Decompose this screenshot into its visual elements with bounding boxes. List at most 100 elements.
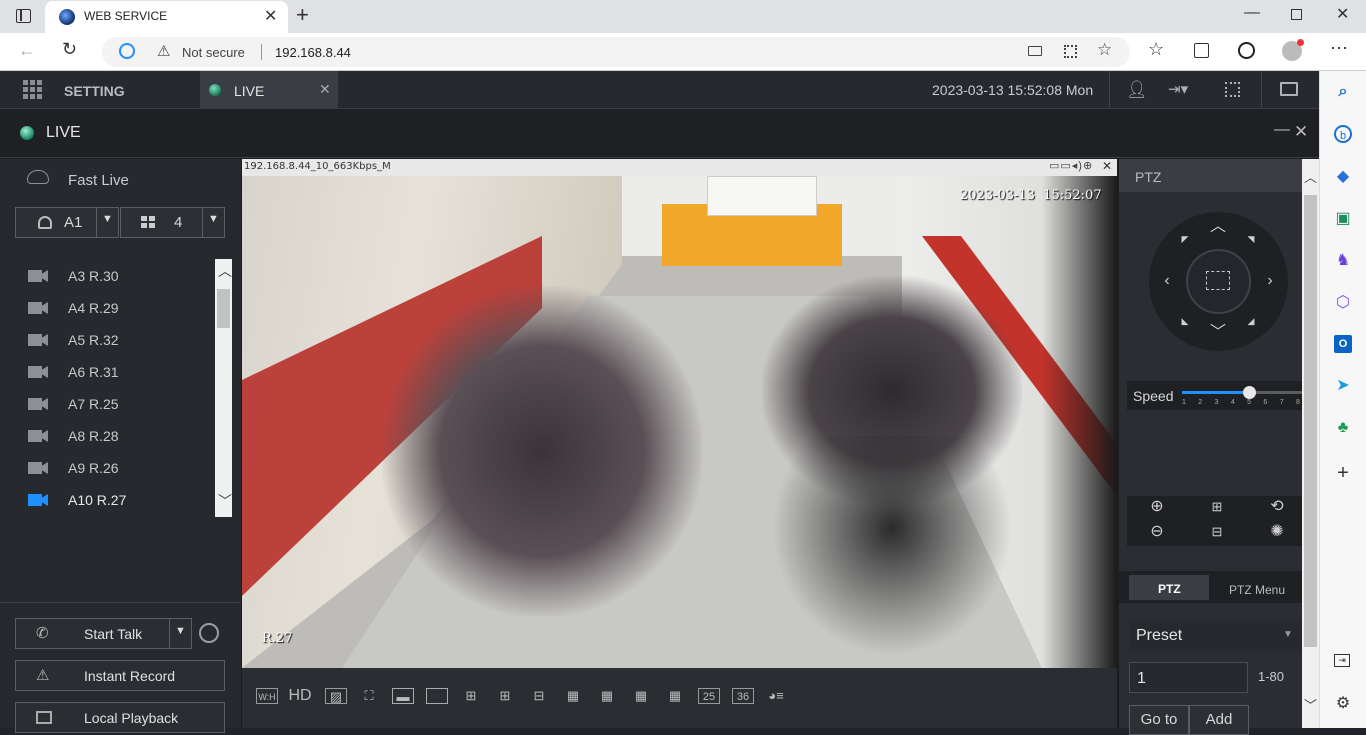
hd-button[interactable]: HD	[288, 688, 312, 704]
tab-ptz[interactable]: PTZ	[1129, 575, 1209, 600]
split-13-icon[interactable]: ▦	[596, 688, 618, 704]
local-playback-button[interactable]: Local Playback	[15, 702, 225, 733]
pan-up-right-icon[interactable]: ◥	[1237, 228, 1265, 250]
camera-list-item[interactable]: A8 R.28	[0, 421, 215, 453]
refresh-icon[interactable]: ↻	[62, 39, 77, 60]
url-text[interactable]: 192.168.8.44	[275, 45, 351, 60]
tab-ptz-menu[interactable]: PTZ Menu	[1229, 583, 1285, 597]
fullscreen-monitor-icon[interactable]	[1280, 82, 1298, 96]
camera-list-item[interactable]: A5 R.32	[0, 325, 215, 357]
browser-tab[interactable]: WEB SERVICE ✕	[45, 1, 288, 33]
instant-record-button[interactable]: ⚠ Instant Record	[15, 660, 225, 691]
split-36-button[interactable]: 36	[732, 688, 754, 704]
scroll-up-icon[interactable]: ︿	[1304, 167, 1317, 186]
camera-list-item[interactable]: A10 R.27	[0, 485, 215, 517]
goto-button[interactable]: Go to	[1129, 705, 1189, 735]
user-icon[interactable]: 👤︎	[1126, 80, 1148, 100]
close-video-icon[interactable]: ✕	[1102, 159, 1112, 173]
back-icon[interactable]: ←	[18, 40, 36, 61]
security-label[interactable]: Not secure	[182, 45, 245, 60]
search-icon[interactable]: ⌕	[1334, 83, 1352, 101]
sidebar-settings-icon[interactable]: ⚙	[1334, 695, 1352, 713]
zoom-in-icon[interactable]: ⊕	[1143, 496, 1171, 518]
tools-icon[interactable]: ▣	[1334, 210, 1352, 228]
ptz-direction-pad[interactable]: ︿ ﹀ ‹ › ◤ ◥ ◣ ◢	[1149, 212, 1288, 351]
pan-up-icon[interactable]: ︿	[1204, 216, 1232, 238]
full-screen-icon[interactable]: ▬	[392, 688, 414, 704]
collections-icon[interactable]	[1194, 43, 1209, 58]
camera-list-item[interactable]: A4 R.29	[0, 293, 215, 325]
games-icon[interactable]: ♞	[1334, 252, 1352, 270]
split-8-icon[interactable]: ⊟	[528, 688, 550, 704]
start-talk-button[interactable]: ✆ Start Talk ▼	[15, 618, 192, 649]
iris-close-icon[interactable]: ✺	[1263, 521, 1291, 543]
chevron-down-icon[interactable]: ▼	[175, 625, 186, 637]
pan-right-icon[interactable]: ›	[1256, 270, 1284, 292]
pan-left-icon[interactable]: ‹	[1153, 270, 1181, 292]
tab-actions-icon[interactable]	[16, 9, 31, 23]
camera-list-item[interactable]: A9 R.26	[0, 453, 215, 485]
split-9-icon[interactable]: ▦	[562, 688, 584, 704]
tree-icon[interactable]: ♣	[1334, 419, 1352, 437]
pan-up-left-icon[interactable]: ◤	[1171, 228, 1199, 250]
favorites-icon[interactable]: ☆	[1148, 39, 1164, 60]
hide-sidebar-icon[interactable]: ⇥	[1334, 654, 1350, 667]
fluency-icon[interactable]: ▨	[325, 688, 347, 704]
ptz-overlay-icon[interactable]: ◕≡	[765, 688, 787, 704]
group-select[interactable]: A1 ▼	[15, 207, 119, 238]
restore-icon[interactable]	[1291, 9, 1302, 20]
split-1-icon[interactable]	[426, 688, 448, 704]
logout-icon[interactable]: ⇥▾	[1168, 80, 1188, 98]
qr-code-icon[interactable]	[1064, 45, 1077, 58]
setting-tab[interactable]: SETTING	[64, 83, 125, 99]
scroll-down-icon[interactable]: ﹀	[218, 491, 232, 511]
omnibox[interactable]: ⚠ Not secure 192.168.8.44 ☆	[102, 37, 1130, 67]
preset-number-input[interactable]: 1	[1129, 662, 1248, 693]
preset-select[interactable]: Preset ▼	[1129, 620, 1302, 652]
video-tool-icons[interactable]: ▭▭◂)⊕	[1049, 159, 1093, 172]
pan-down-left-icon[interactable]: ◣	[1171, 310, 1199, 332]
add-button[interactable]: Add	[1189, 705, 1249, 735]
iris-open-icon[interactable]: ⟲	[1263, 496, 1291, 518]
scroll-thumb[interactable]	[217, 289, 230, 328]
add-sidebar-icon[interactable]: +	[1334, 463, 1352, 483]
focus-far-icon[interactable]: ⊟	[1203, 521, 1231, 543]
add-favorite-icon[interactable]: ☆	[1097, 40, 1112, 60]
outlook-icon[interactable]: O	[1334, 335, 1352, 353]
close-live-tab-icon[interactable]: ✕	[319, 81, 331, 98]
pan-down-icon[interactable]: ﹀	[1204, 322, 1232, 344]
send-icon[interactable]: ➤	[1334, 377, 1352, 395]
scroll-down-icon[interactable]: ﹀	[1304, 695, 1317, 714]
new-tab-icon[interactable]: +	[296, 2, 309, 28]
bing-icon[interactable]: b	[1334, 125, 1352, 143]
speed-slider-track[interactable]	[1182, 386, 1302, 399]
shopping-tag-icon[interactable]: ◆	[1334, 168, 1352, 186]
ie-mode-icon[interactable]	[119, 43, 135, 59]
fast-live-button[interactable]: Fast Live	[0, 159, 241, 199]
close-tab-icon[interactable]: ✕	[264, 6, 277, 26]
minimize-panel-icon[interactable]: —	[1274, 121, 1290, 139]
camera-list-item[interactable]: A3 R.30	[0, 261, 215, 293]
close-panel-icon[interactable]: ✕	[1294, 122, 1308, 142]
fit-screen-icon[interactable]: ⛶	[358, 688, 380, 704]
close-window-icon[interactable]: ✕	[1336, 4, 1349, 24]
split-4-icon[interactable]: ⊞	[460, 688, 482, 704]
office-icon[interactable]: ⬡	[1334, 294, 1352, 312]
scroll-thumb[interactable]	[1304, 195, 1317, 647]
auto-focus-button[interactable]	[1186, 249, 1251, 314]
camera-list-scrollbar[interactable]: ︿ ﹀	[215, 259, 232, 517]
split-25-button[interactable]: 25	[698, 688, 720, 704]
focus-near-icon[interactable]: ⊞	[1203, 496, 1231, 518]
camera-list-item[interactable]: A7 R.25	[0, 389, 215, 421]
split-20-icon[interactable]: ▦	[664, 688, 686, 704]
main-menu-icon[interactable]	[23, 80, 42, 99]
video-window[interactable]: 192.168.8.44_10_663Kbps_M ▭▭◂)⊕ ✕ 2023-0…	[242, 159, 1117, 668]
pan-down-right-icon[interactable]: ◢	[1237, 310, 1265, 332]
profile-avatar[interactable]	[1282, 39, 1304, 61]
talk-status-indicator[interactable]	[199, 623, 219, 643]
qr-icon[interactable]	[1225, 82, 1240, 97]
bing-chat-icon[interactable]	[1238, 42, 1255, 59]
ptz-scrollbar[interactable]: ︿ ﹀	[1302, 159, 1319, 728]
live-tab[interactable]: LIVE ✕	[200, 71, 338, 109]
split-16-icon[interactable]: ▦	[630, 688, 652, 704]
